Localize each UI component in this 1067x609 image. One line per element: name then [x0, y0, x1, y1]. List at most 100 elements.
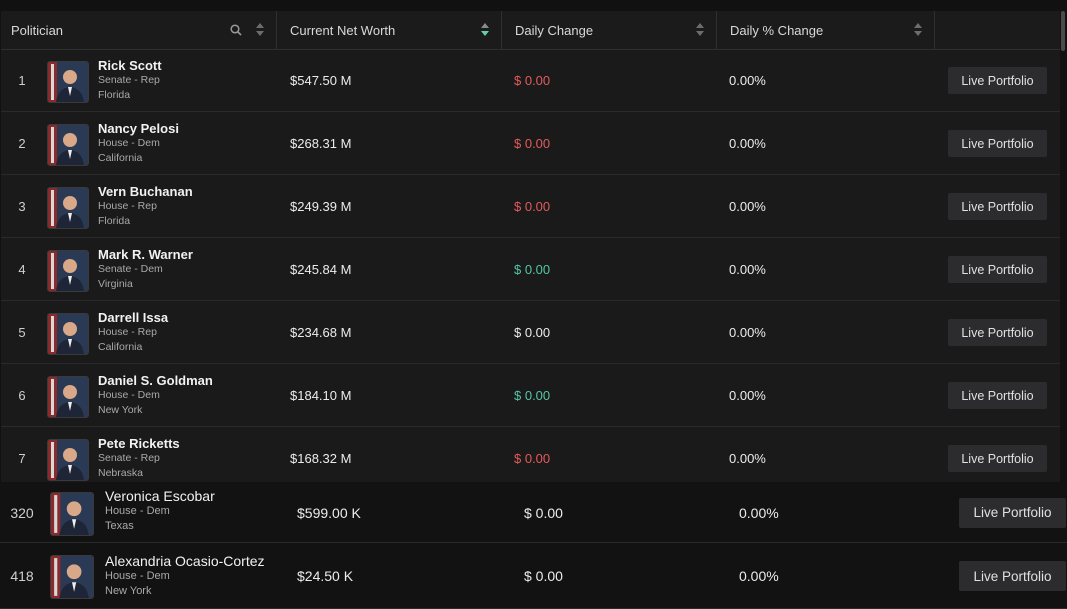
live-portfolio-button[interactable]: Live Portfolio [959, 561, 1066, 591]
politician-info: Alexandria Ocasio-Cortez House - Dem New Y… [105, 553, 265, 599]
column-header-politician-label: Politician [11, 22, 64, 38]
politician-avatar [50, 555, 94, 599]
column-header-daily-pct-label: Daily % Change [730, 22, 824, 38]
table-row: 6 Daniel S. Goldman House - Dem New York $1… [1, 364, 1060, 427]
live-portfolio-button[interactable]: Live Portfolio [948, 193, 1047, 220]
table-row: 418 Alexandria Ocasio-Cortez House - Dem N… [0, 543, 1067, 609]
daily-change-value: $ 0.00 [524, 568, 563, 584]
daily-change-value: $ 0.00 [514, 261, 551, 277]
rank-number: 7 [18, 450, 26, 466]
net-worth-value: $599.00 K [297, 504, 361, 521]
live-portfolio-button[interactable]: Live Portfolio [948, 256, 1047, 283]
politician-state: Virginia [98, 278, 133, 290]
politician-info: Daniel S. Goldman House - Dem New York [98, 373, 213, 418]
table-row: 3 Vern Buchanan House - Rep Florida $249.39… [1, 175, 1060, 238]
politician-info: Pete Ricketts Senate - Rep Nebraska [98, 436, 180, 481]
daily-pct-value: 0.00% [729, 198, 766, 214]
rank-number: 1 [18, 72, 26, 88]
politician-chamber: House - Dem [98, 389, 160, 401]
net-worth-value: $234.68 M [290, 324, 352, 340]
sort-icon[interactable] [914, 23, 922, 37]
politician-info: Darrell Issa House - Rep California [98, 310, 168, 355]
live-portfolio-button[interactable]: Live Portfolio [948, 382, 1047, 409]
rank-number: 5 [18, 324, 26, 340]
politician-state: Florida [98, 89, 131, 101]
net-worth-value: $184.10 M [290, 387, 352, 403]
daily-change-value: $ 0.00 [514, 324, 551, 340]
net-worth-value: $249.39 M [290, 198, 352, 214]
politician-info: Vern Buchanan House - Rep Florida [98, 184, 193, 229]
politician-state: Texas [105, 520, 134, 532]
politician-chamber: House - Dem [98, 137, 160, 149]
scrollbar[interactable] [1061, 11, 1065, 51]
politician-chamber: Senate - Rep [98, 74, 160, 86]
column-header-actions [935, 11, 1060, 49]
column-header-daily-change[interactable]: Daily Change [502, 11, 717, 49]
politician-avatar [47, 123, 89, 166]
politician-name[interactable]: Alexandria Ocasio-Cortez [105, 553, 265, 569]
column-header-net-worth-label: Current Net Worth [290, 22, 396, 38]
table-row: 1 Rick Scott Senate - Rep Florida $547.50 M… [1, 49, 1060, 112]
sort-active-icon[interactable] [481, 23, 489, 37]
politician-chamber: Senate - Dem [98, 263, 163, 275]
rank-number: 3 [18, 198, 26, 214]
politician-name[interactable]: Rick Scott [98, 58, 162, 73]
net-worth-value: $547.50 M [290, 72, 352, 88]
table-row: 4 Mark R. Warner Senate - Dem Virginia $245… [1, 238, 1060, 301]
politician-avatar [47, 186, 89, 229]
table-header: Politician Current Net Worth Daily Chang… [1, 11, 1060, 50]
rank-number: 418 [10, 568, 34, 584]
politician-state: California [98, 341, 143, 353]
live-portfolio-button[interactable]: Live Portfolio [948, 445, 1047, 472]
daily-change-value: $ 0.00 [524, 504, 563, 521]
politician-avatar [47, 60, 89, 103]
politician-name[interactable]: Vern Buchanan [98, 184, 193, 199]
column-header-net-worth[interactable]: Current Net Worth [277, 11, 502, 49]
daily-pct-value: 0.00% [729, 324, 766, 340]
politician-state: Nebraska [98, 467, 143, 479]
politician-name[interactable]: Daniel S. Goldman [98, 373, 213, 388]
net-worth-value: $24.50 K [297, 568, 354, 584]
live-portfolio-button[interactable]: Live Portfolio [948, 67, 1047, 94]
column-header-daily-change-label: Daily Change [515, 22, 594, 38]
column-header-daily-pct[interactable]: Daily % Change [717, 11, 935, 49]
net-worth-value: $245.84 M [290, 261, 352, 277]
daily-pct-value: 0.00% [729, 261, 766, 277]
rank-number: 6 [18, 387, 26, 403]
politician-chamber: House - Dem [105, 505, 170, 517]
politician-name[interactable]: Mark R. Warner [98, 247, 193, 262]
table-row: 2 Nancy Pelosi House - Dem California $268.… [1, 112, 1060, 175]
politician-info: Mark R. Warner Senate - Dem Virginia [98, 247, 193, 292]
column-header-politician[interactable]: Politician [1, 11, 277, 49]
daily-change-value: $ 0.00 [514, 387, 551, 403]
live-portfolio-button[interactable]: Live Portfolio [948, 319, 1047, 346]
politician-state: California [98, 152, 143, 164]
politician-avatar [47, 249, 89, 292]
rank-number: 4 [18, 261, 26, 277]
daily-pct-value: 0.00% [739, 504, 779, 521]
table-row: 5 Darrell Issa House - Rep California $234.… [1, 301, 1060, 364]
politician-chamber: House - Dem [105, 570, 170, 582]
politician-state: Florida [98, 215, 131, 227]
politician-name[interactable]: Nancy Pelosi [98, 121, 179, 136]
live-portfolio-button[interactable]: Live Portfolio [948, 130, 1047, 157]
search-icon[interactable] [230, 24, 242, 36]
sort-icon[interactable] [256, 23, 264, 37]
live-portfolio-button[interactable]: Live Portfolio [959, 497, 1066, 528]
politician-avatar [47, 438, 89, 481]
net-worth-value: $268.31 M [290, 135, 352, 151]
politician-info: Veronica Escobar House - Dem Texas [105, 488, 215, 534]
politician-name[interactable]: Pete Ricketts [98, 436, 180, 451]
daily-pct-value: 0.00% [729, 450, 766, 466]
daily-pct-value: 0.00% [729, 135, 766, 151]
politician-name[interactable]: Veronica Escobar [105, 488, 215, 504]
politician-name[interactable]: Darrell Issa [98, 310, 168, 325]
politician-chamber: House - Rep [98, 326, 157, 338]
rank-number: 2 [18, 135, 26, 151]
politician-chamber: Senate - Rep [98, 452, 160, 464]
daily-change-value: $ 0.00 [514, 198, 551, 214]
politician-avatar [50, 491, 94, 536]
rank-number: 320 [10, 504, 34, 521]
sort-icon[interactable] [696, 23, 704, 37]
daily-change-value: $ 0.00 [514, 135, 551, 151]
